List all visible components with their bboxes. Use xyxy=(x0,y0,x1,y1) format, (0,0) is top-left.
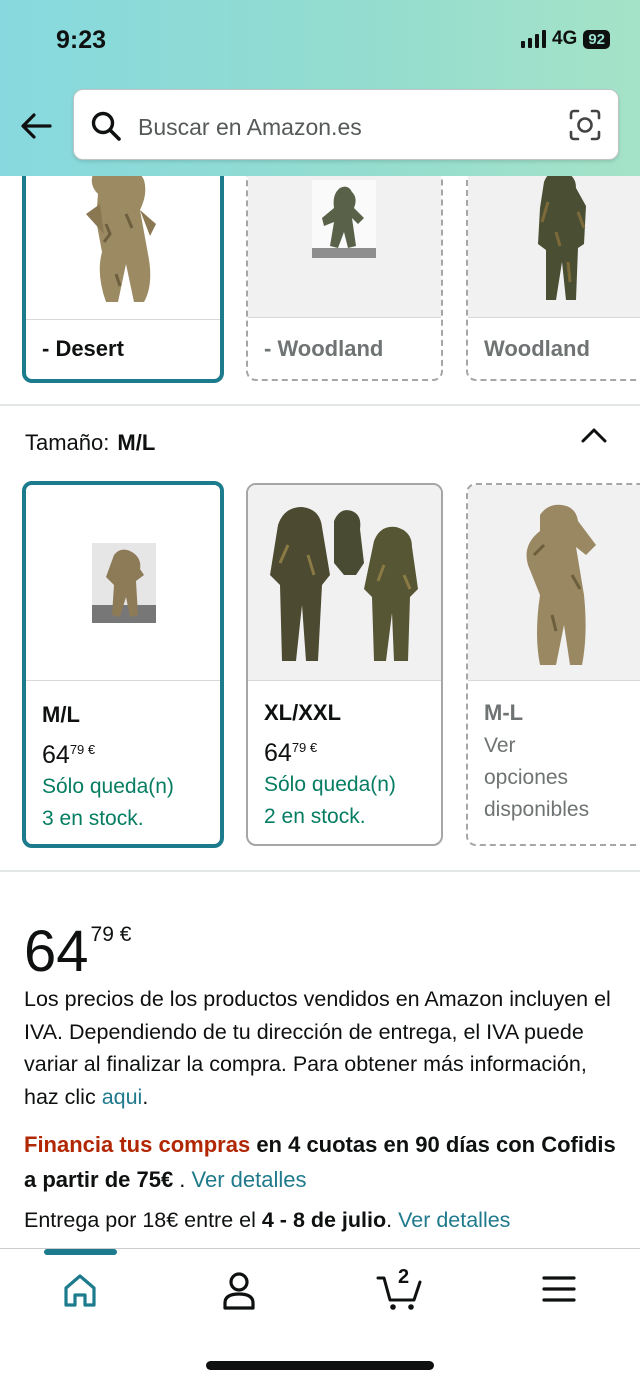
style-swatch-label: - Woodland xyxy=(264,336,384,361)
stock-status: 3 en stock. xyxy=(42,807,144,830)
see-options-text: disponibles xyxy=(484,798,590,821)
selected-size: M/L xyxy=(117,430,156,455)
financing-info: Financia tus compras en 4 cuotas en 90 d… xyxy=(24,1132,616,1192)
see-options-text: opciones xyxy=(484,766,569,789)
size-option-label: M-L xyxy=(484,700,524,725)
account-icon[interactable] xyxy=(215,1268,263,1312)
home-indicator xyxy=(206,1361,434,1370)
style-swatch-label: - Desert xyxy=(42,336,124,361)
product-thumbnail xyxy=(468,485,640,680)
delivery-dates: 4 - 8 de julio xyxy=(261,1208,387,1232)
home-icon[interactable] xyxy=(56,1268,104,1312)
stock-status: Sólo queda(n) xyxy=(42,775,174,798)
signal-icon xyxy=(520,30,546,48)
delivery-details-link[interactable]: Ver detalles xyxy=(398,1208,510,1232)
size-label-text: Tamaño: xyxy=(25,430,110,455)
size-selector-label: Tamaño: M/L xyxy=(25,430,155,456)
search-icon xyxy=(91,111,121,141)
camera-search-icon[interactable] xyxy=(568,108,602,142)
search-input[interactable]: Buscar en Amazon.es xyxy=(138,114,362,141)
size-option-m-l[interactable]: M-L Ver opciones disponibles xyxy=(466,483,640,846)
section-divider xyxy=(0,870,640,872)
tax-info-link[interactable]: aqui xyxy=(102,1085,143,1109)
battery-icon: 92 xyxy=(583,29,610,49)
size-option-ml[interactable]: M/L 6479 € Sólo queda(n) 3 en stock. xyxy=(22,481,224,848)
size-option-label: XL/XXL xyxy=(264,700,342,725)
product-thumbnail xyxy=(248,485,441,680)
cart-button[interactable]: 2 xyxy=(376,1266,424,1312)
size-option-price: 6479 € xyxy=(264,739,318,767)
status-time: 9:23 xyxy=(56,26,107,54)
financing-promo[interactable]: Financia tus compras xyxy=(24,1132,250,1157)
size-option-label: M/L xyxy=(42,702,80,727)
menu-icon[interactable] xyxy=(535,1268,583,1312)
stock-status: 2 en stock. xyxy=(264,805,366,828)
product-price: 6479 € xyxy=(24,919,132,984)
size-option-xlxxl[interactable]: XL/XXL 6479 € Sólo queda(n) 2 en stock. xyxy=(246,483,443,846)
network-type: 4G xyxy=(551,28,578,49)
product-thumbnail xyxy=(26,485,220,680)
back-arrow-icon[interactable] xyxy=(18,108,54,144)
financing-details-link[interactable]: Ver detalles xyxy=(192,1167,307,1192)
delivery-info: Entrega por 18€ entre el 4 - 8 de julio.… xyxy=(24,1208,511,1232)
section-divider xyxy=(0,404,640,406)
chevron-up-icon[interactable] xyxy=(580,424,608,446)
cart-count: 2 xyxy=(398,1266,410,1288)
active-tab-indicator xyxy=(44,1249,117,1255)
style-swatch-label: Woodland xyxy=(484,336,590,361)
tax-info: Los precios de los productos vendidos en… xyxy=(24,987,611,1109)
header: 9:23 4G 92 Buscar en Amazon.es xyxy=(0,0,640,176)
status-icons: 4G 92 xyxy=(520,28,610,50)
size-option-price: 6479 € xyxy=(42,741,96,769)
search-bar[interactable]: Buscar en Amazon.es xyxy=(73,89,619,160)
stock-status: Sólo queda(n) xyxy=(264,773,396,796)
see-options-text: Ver xyxy=(484,734,516,757)
